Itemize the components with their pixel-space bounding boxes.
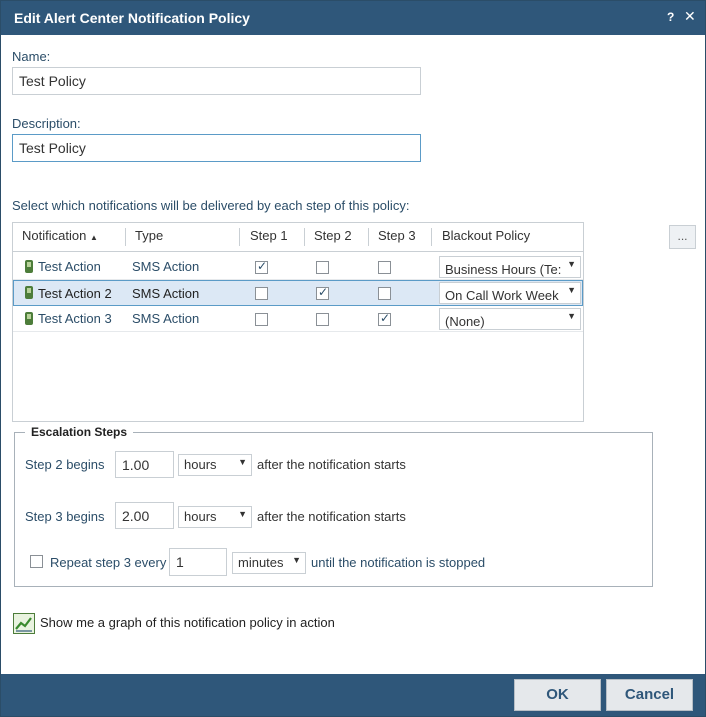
row-name: Test Action 3 [38,311,112,326]
step3-checkbox[interactable] [378,287,391,300]
name-input[interactable] [12,67,421,95]
dropdown-arrow-icon: ▼ [238,509,247,519]
phone-icon [25,286,33,299]
col-step3[interactable]: Step 3 [378,228,416,243]
phone-icon [25,260,33,273]
step2-suffix: after the notification starts [257,457,406,472]
step3-unit-select[interactable]: hours ▼ [178,506,252,528]
step3-value-input[interactable] [115,502,174,529]
col-type[interactable]: Type [135,228,163,243]
column-divider [304,228,305,246]
dropdown-arrow-icon: ▼ [567,311,576,321]
row-type: SMS Action [132,259,200,274]
help-icon[interactable]: ? [667,10,674,24]
name-label: Name: [12,49,51,64]
grid-header: Notification ▲ Type Step 1 Step 2 Step 3… [13,223,583,252]
repeat-unit-value: minutes [238,555,284,570]
dropdown-arrow-icon: ▼ [567,259,576,269]
step1-checkbox[interactable] [255,287,268,300]
step3-checkbox[interactable] [378,261,391,274]
column-divider [368,228,369,246]
step2-unit-select[interactable]: hours ▼ [178,454,252,476]
row-type: SMS Action [132,311,200,326]
dropdown-arrow-icon: ▼ [567,285,576,295]
close-icon[interactable]: ✕ [684,8,696,25]
chart-icon[interactable] [13,613,35,634]
repeat-unit-select[interactable]: minutes ▼ [232,552,306,574]
column-divider [239,228,240,246]
column-divider [125,228,126,246]
blackout-select[interactable]: (None) ▼ [439,308,581,330]
step2-unit-value: hours [184,457,217,472]
col-step2[interactable]: Step 2 [314,228,352,243]
table-row[interactable]: Test Action SMS Action Business Hours (T… [13,254,583,280]
step1-checkbox[interactable] [255,259,268,274]
description-input[interactable] [12,134,421,162]
step3-label: Step 3 begins [25,509,105,524]
col-step1[interactable]: Step 1 [250,228,288,243]
dropdown-arrow-icon: ▼ [292,555,301,565]
repeat-label: Repeat step 3 every [50,555,167,570]
instructions-text: Select which notifications will be deliv… [12,198,410,213]
notification-grid: Notification ▲ Type Step 1 Step 2 Step 3… [12,222,584,422]
col-blackout[interactable]: Blackout Policy [442,228,530,243]
cancel-button[interactable]: Cancel [606,679,693,711]
col-notification-label: Notification [22,228,87,243]
step2-checkbox[interactable] [316,285,329,300]
sort-asc-icon: ▲ [89,233,98,242]
column-divider [431,228,432,246]
row-type: SMS Action [132,286,200,301]
step3-checkbox[interactable] [378,311,391,326]
repeat-suffix: until the notification is stopped [311,555,486,570]
escalation-steps-group: Escalation Steps Step 2 begins hours ▼ af… [14,425,653,587]
blackout-value: Business Hours (Te: [445,262,562,277]
phone-icon [25,312,33,325]
col-notification[interactable]: Notification ▲ [22,228,98,243]
description-label: Description: [12,116,81,131]
blackout-select[interactable]: Business Hours (Te: ▼ [439,256,581,278]
row-name: Test Action [38,259,101,274]
step2-checkbox[interactable] [316,261,329,274]
repeat-value-input[interactable] [169,548,227,576]
step1-checkbox[interactable] [255,313,268,326]
dialog-title: Edit Alert Center Notification Policy [14,10,250,26]
table-row[interactable]: Test Action 3 SMS Action (None) ▼ [13,306,583,332]
step2-value-input[interactable] [115,451,174,478]
blackout-value: On Call Work Week [445,288,559,303]
step3-unit-value: hours [184,509,217,524]
graph-link[interactable]: Show me a graph of this notification pol… [40,615,335,630]
dropdown-arrow-icon: ▼ [238,457,247,467]
step2-label: Step 2 begins [25,457,105,472]
ok-button[interactable]: OK [514,679,601,711]
escalation-legend: Escalation Steps [25,425,134,439]
table-row[interactable]: Test Action 2 SMS Action On Call Work We… [13,280,583,306]
blackout-value: (None) [445,314,485,329]
step3-suffix: after the notification starts [257,509,406,524]
step2-checkbox[interactable] [316,313,329,326]
blackout-select[interactable]: On Call Work Week ▼ [439,282,581,304]
repeat-checkbox[interactable] [30,555,43,568]
dialog-window: Edit Alert Center Notification Policy ? … [0,0,706,717]
row-name: Test Action 2 [38,286,112,301]
more-button[interactable]: ... [669,225,696,249]
title-bar: Edit Alert Center Notification Policy ? … [1,1,705,35]
